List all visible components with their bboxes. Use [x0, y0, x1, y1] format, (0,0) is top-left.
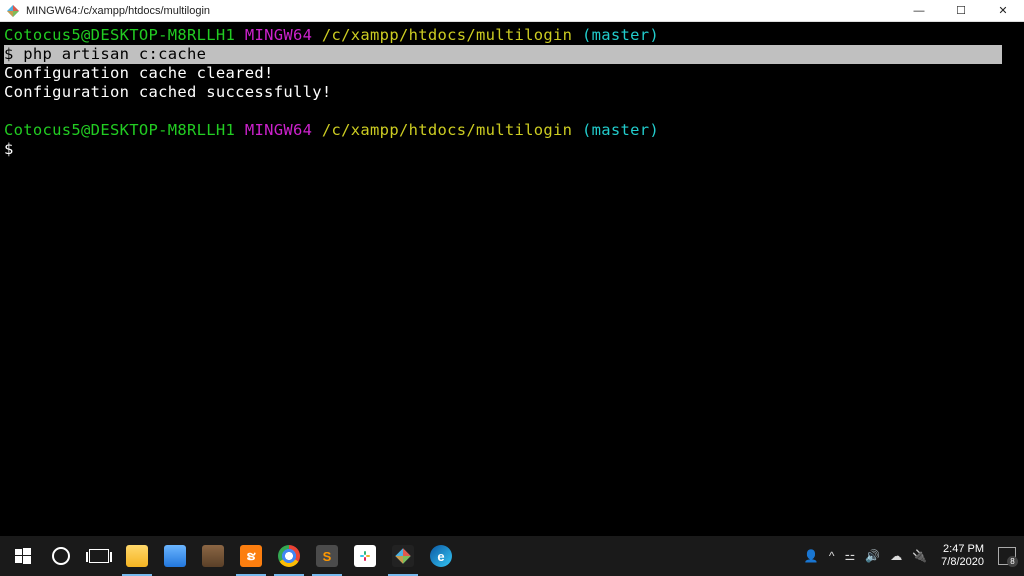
taskbar-app-chrome[interactable] — [270, 536, 308, 576]
taskbar-app-edge[interactable]: e — [422, 536, 460, 576]
network-icon[interactable]: ⚍ — [845, 549, 856, 563]
gitbash-icon — [392, 545, 414, 567]
git-branch: (master) — [582, 26, 659, 44]
clock-date: 7/8/2020 — [941, 556, 984, 569]
cwd-path: /c/xampp/htdocs/multilogin — [322, 26, 572, 44]
cortana-icon — [52, 547, 70, 565]
onedrive-icon[interactable]: ☁ — [890, 549, 902, 563]
close-button[interactable]: ✕ — [982, 0, 1024, 21]
taskbar-app-slack[interactable] — [346, 536, 384, 576]
windows-taskbar: ຮ S e 👤 ^ ⚍ 🔊 ☁ 🔌 2:47 PM 7/8/2020 8 — [0, 536, 1024, 576]
blank-line — [4, 102, 1020, 121]
tray-chevron-icon[interactable]: ^ — [829, 549, 835, 563]
taskbar-left: ຮ S e — [4, 536, 460, 576]
start-button[interactable] — [4, 536, 42, 576]
taskview-button[interactable] — [80, 536, 118, 576]
sublime-icon: S — [316, 545, 338, 567]
git-branch: (master) — [582, 121, 659, 139]
window-titlebar: MINGW64:/c/xampp/htdocs/multilogin — ☐ ✕ — [0, 0, 1024, 22]
xampp-icon: ຮ — [240, 545, 262, 567]
taskview-icon — [89, 549, 109, 563]
people-icon[interactable]: 👤 — [804, 549, 819, 563]
command-line[interactable]: $ — [4, 140, 1020, 159]
folder-icon — [202, 545, 224, 567]
folder-icon — [164, 545, 186, 567]
output-line: Configuration cached successfully! — [4, 83, 1020, 102]
system-tray: 👤 ^ ⚍ 🔊 ☁ 🔌 2:47 PM 7/8/2020 8 — [804, 543, 1016, 569]
power-icon[interactable]: 🔌 — [912, 549, 927, 563]
notification-badge: 8 — [1007, 556, 1018, 567]
output-line: Configuration cache cleared! — [4, 64, 1020, 83]
taskbar-app-folder[interactable] — [194, 536, 232, 576]
prompt-line: Cotocus5@DESKTOP-M8RLLH1 MINGW64 /c/xamp… — [4, 121, 1020, 140]
folder-icon — [126, 545, 148, 567]
prompt-line: Cotocus5@DESKTOP-M8RLLH1 MINGW64 /c/xamp… — [4, 24, 1020, 45]
shell-name: MINGW64 — [245, 26, 312, 44]
user-host: Cotocus5@DESKTOP-M8RLLH1 — [4, 121, 235, 139]
command-line: $ php artisan c:cache — [4, 45, 1020, 64]
volume-icon[interactable]: 🔊 — [865, 549, 880, 563]
taskbar-app-folder[interactable] — [156, 536, 194, 576]
taskbar-app-gitbash[interactable] — [384, 536, 422, 576]
terminal-area[interactable]: Cotocus5@DESKTOP-M8RLLH1 MINGW64 /c/xamp… — [0, 22, 1024, 536]
taskbar-app-xampp[interactable]: ຮ — [232, 536, 270, 576]
chrome-icon — [278, 545, 300, 567]
taskbar-app-sublime[interactable]: S — [308, 536, 346, 576]
clock-time: 2:47 PM — [943, 543, 984, 556]
taskbar-clock[interactable]: 2:47 PM 7/8/2020 — [941, 543, 984, 569]
shell-name: MINGW64 — [245, 121, 312, 139]
maximize-button[interactable]: ☐ — [940, 0, 982, 21]
slack-icon — [354, 545, 376, 567]
action-center-button[interactable]: 8 — [998, 547, 1016, 565]
minimize-button[interactable]: — — [898, 0, 940, 21]
window-title: MINGW64:/c/xampp/htdocs/multilogin — [26, 5, 898, 17]
user-host: Cotocus5@DESKTOP-M8RLLH1 — [4, 26, 235, 44]
cwd-path: /c/xampp/htdocs/multilogin — [322, 121, 572, 139]
taskbar-app-explorer[interactable] — [118, 536, 156, 576]
selected-command: $ php artisan c:cache — [4, 45, 1002, 64]
cortana-button[interactable] — [42, 536, 80, 576]
app-icon — [6, 4, 20, 18]
edge-icon: e — [430, 545, 452, 567]
window-controls: — ☐ ✕ — [898, 0, 1024, 21]
